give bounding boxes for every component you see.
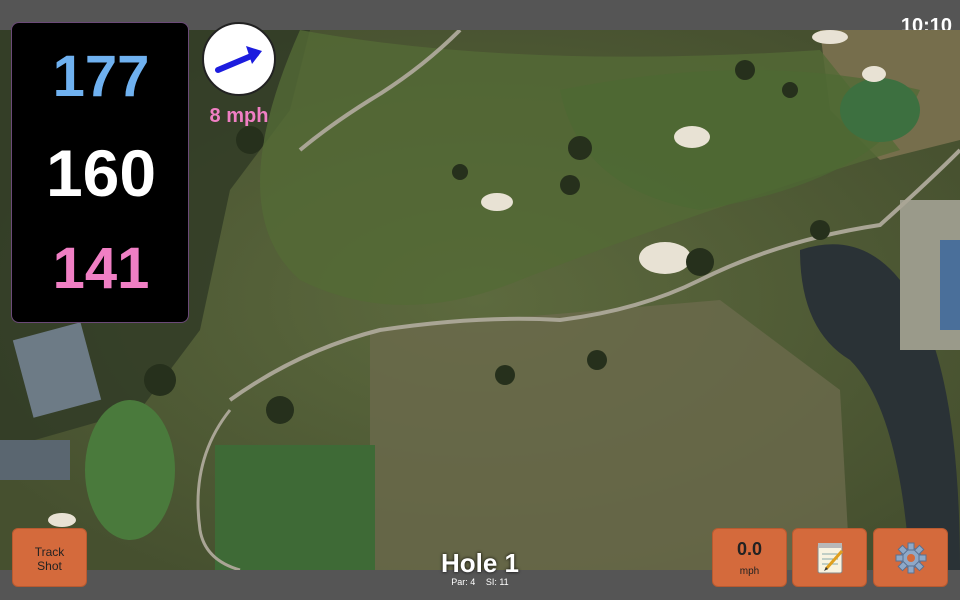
distance-front: 141 bbox=[52, 236, 150, 301]
gear-icon bbox=[895, 542, 926, 574]
hole-stroke-index: SI: 11 bbox=[485, 577, 509, 587]
distance-center: 160 bbox=[45, 136, 157, 210]
speed-unit: mph bbox=[739, 566, 760, 577]
speed-value: 0.0 bbox=[736, 539, 763, 559]
notes-button[interactable] bbox=[792, 528, 867, 587]
settings-button[interactable] bbox=[873, 528, 948, 587]
distance-panel: 177 160 141 bbox=[11, 22, 189, 323]
distance-back: 177 bbox=[52, 44, 150, 109]
wind-arrow-icon bbox=[215, 46, 262, 73]
speed-button[interactable]: 0.0 mph bbox=[712, 528, 787, 587]
hole-par: Par: 4 bbox=[451, 577, 476, 587]
notepad-icon bbox=[817, 543, 843, 574]
wind-speed: 8 mph bbox=[209, 105, 269, 127]
hole-title: Hole 1 bbox=[440, 548, 520, 578]
track-shot-label-2: Shot bbox=[37, 559, 62, 573]
hole-info: Par: 4 SI: 11 bbox=[380, 577, 580, 587]
wind-indicator bbox=[202, 22, 276, 96]
track-shot-label-1: Track bbox=[34, 545, 65, 559]
track-shot-button[interactable]: Track Shot bbox=[12, 528, 87, 587]
